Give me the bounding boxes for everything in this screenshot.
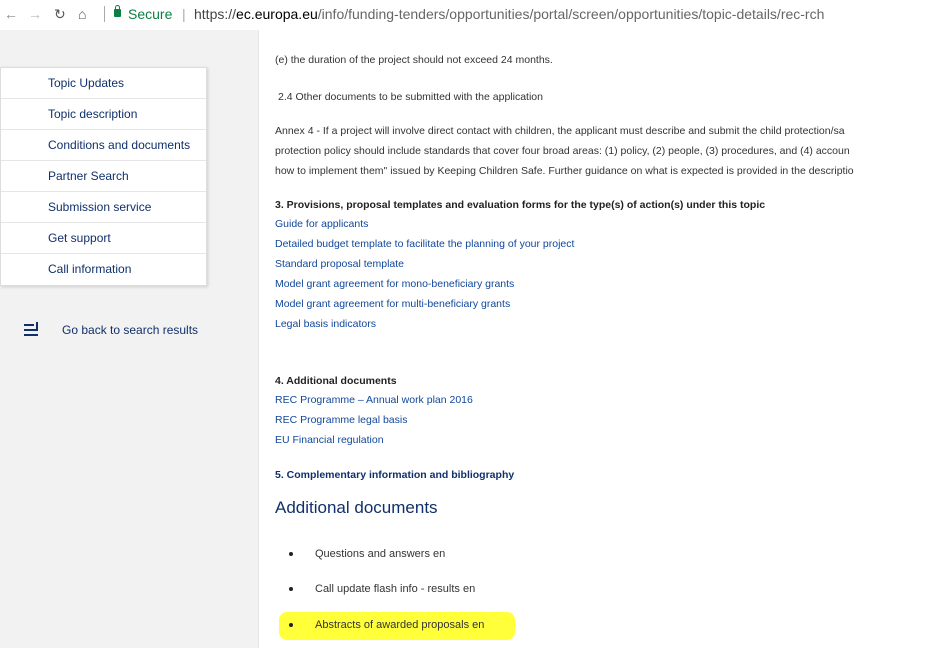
url-separator: | [182,6,186,22]
menu-item-call-information[interactable]: Call information [1,254,206,285]
proposal-template-link[interactable]: Standard proposal template [275,258,404,270]
additional-documents-title: Additional documents [275,498,438,517]
menu-item-topic-description[interactable]: Topic description [1,99,206,130]
duration-text: (e) the duration of the project should n… [275,54,553,66]
forward-arrow-icon[interactable]: → [28,6,42,22]
call-update-link[interactable]: Call update flash info - results en [315,583,475,595]
legal-basis-indicators-link[interactable]: Legal basis indicators [275,318,376,330]
bullet [289,552,293,557]
abstracts-link[interactable]: Abstracts of awarded proposals en [315,619,484,631]
back-arrow-icon[interactable]: ← [4,6,18,22]
other-documents-heading: 2.4 Other documents to be submitted with… [278,91,543,103]
budget-template-link[interactable]: Detailed budget template to facilitate t… [275,238,574,250]
url-scheme: https:// [194,6,237,22]
back-to-search-label: Go back to search results [62,323,199,337]
lock-icon [114,5,121,17]
menu-item-conditions-and-documents[interactable]: Conditions and documents [1,130,206,161]
section-4-heading: 4. Additional documents [275,375,397,387]
mono-beneficiary-link[interactable]: Model grant agreement for mono-beneficia… [275,278,514,290]
reload-icon[interactable]: ↻ [54,6,66,23]
menu-item-get-support[interactable]: Get support [1,223,206,254]
financial-regulation-link[interactable]: EU Financial regulation [275,434,384,446]
section-3-heading: 3. Provisions, proposal templates and ev… [275,199,766,211]
main-content: (e) the duration of the project should n… [258,30,952,648]
url-path: /info/funding-tenders/opportunities/port… [317,6,825,22]
guide-for-applicants-link[interactable]: Guide for applicants [275,218,368,230]
menu-item-topic-updates[interactable]: Topic Updates [1,68,206,99]
annex-text-line-1: Annex 4 - If a project will involve dire… [275,125,845,137]
back-to-search-link[interactable]: Go back to search results [24,318,198,342]
list-item-call-update[interactable]: Call update flash info - results en [289,583,475,595]
questions-link[interactable]: Questions and answers en [315,548,445,560]
section-5-heading: 5. Complementary information and bibliog… [275,469,515,481]
home-icon[interactable]: ⌂ [78,6,86,22]
annex-text-line-3: how to implement them" issued by Keeping… [275,165,854,177]
multi-beneficiary-link[interactable]: Model grant agreement for multi-benefici… [275,298,510,310]
annex-text-line-2: protection policy should include standar… [275,145,850,157]
secure-label[interactable]: Secure [128,6,172,22]
menu-item-partner-search[interactable]: Partner Search [1,161,206,192]
menu-item-submission-service[interactable]: Submission service [1,192,206,223]
list-item-questions[interactable]: Questions and answers en [289,548,445,560]
back-list-icon [24,322,42,338]
list-item-abstracts[interactable]: Abstracts of awarded proposals en [289,619,484,631]
bullet [289,587,293,592]
url-host: ec.europa.eu [236,6,318,22]
toolbar-divider [104,6,105,22]
bullet [289,623,293,628]
sidebar: Topic Updates Topic description Conditio… [0,30,258,648]
url-field[interactable]: https://ec.europa.eu/info/funding-tender… [194,6,824,22]
browser-address-bar: ← → ↻ ⌂ Secure | https://ec.europa.eu/in… [0,0,952,31]
topic-menu: Topic Updates Topic description Conditio… [0,67,207,286]
legal-basis-link[interactable]: REC Programme legal basis [275,414,407,426]
work-plan-link[interactable]: REC Programme – Annual work plan 2016 [275,394,473,406]
